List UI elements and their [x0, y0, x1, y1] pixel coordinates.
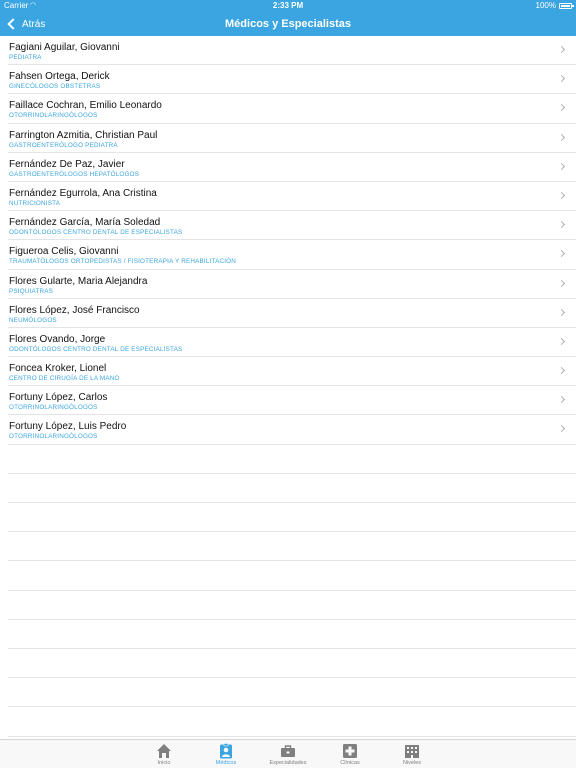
tab-especialidades[interactable]: Especialidades	[268, 740, 308, 768]
chevron-right-icon	[557, 191, 566, 199]
doctor-specialty: OTORRINOLARINGÓLOGOS	[9, 433, 98, 441]
doctor-list: Fagiani Aguilar, Giovanni PEDIATRA Fahsen …	[0, 36, 576, 737]
doctor-row[interactable]: Fortuny López, Luis Pedro OTORRINOLARINGÓ…	[8, 415, 576, 445]
doctor-row[interactable]: Fagiani Aguilar, Giovanni PEDIATRA	[8, 36, 576, 66]
chevron-right-icon	[557, 250, 566, 258]
page-title: Médicos y Especialistas	[225, 18, 351, 30]
doctor-specialty: GASTROENTERÓLOGO PEDIATRA	[9, 141, 118, 149]
doctor-row[interactable]: Fahsen Ortega, Derick GINECÓLOGOS OBSTETR…	[8, 65, 576, 95]
doctor-name: Fortuny López, Luis Pedro	[9, 421, 127, 433]
doctor-name: Fernández De Paz, Javier	[9, 158, 125, 170]
chevron-right-icon	[557, 308, 566, 316]
tab-medicos[interactable]: Médicos	[206, 740, 246, 768]
doctor-name: Flores López, José Francisco	[9, 304, 140, 316]
chevron-right-icon	[557, 45, 566, 54]
chevron-right-icon	[557, 221, 566, 229]
chevron-right-icon	[557, 133, 566, 141]
doctor-row[interactable]: Faillace Cochran, Emilio Leonardo OTORRIN…	[8, 94, 576, 124]
doctor-specialty: TRAUMATÓLOGOS ORTOPEDISTAS / FISIOTERAPI…	[9, 258, 237, 266]
doctor-name: Flores Gularte, Maria Alejandra	[9, 275, 148, 287]
doctor-row[interactable]: Fernández Egurrola, Ana Cristina NUTRICIO…	[8, 182, 576, 212]
tab-bar: Inicio Médicos Especialidades Clínicas Nivel…	[0, 739, 576, 768]
doctor-name: Farrington Azmitia, Christian Paul	[9, 129, 158, 141]
doctor-specialty: ODONTÓLOGOS CENTRO DENTAL DE ESPECIALIST…	[9, 229, 183, 237]
doctor-name: Figueroa Celis, Giovanni	[9, 246, 119, 258]
doctor-row[interactable]: Flores Gularte, Maria Alejandra PSIQUIATR…	[8, 270, 576, 299]
doctor-specialty: GINECÓLOGOS OBSTETRAS	[9, 83, 101, 91]
tab-label: Niveles	[402, 760, 422, 766]
doctor-specialty: NUTRICIONISTA	[9, 199, 61, 207]
empty-row	[8, 503, 576, 533]
doctor-row[interactable]: Fernández García, María Soledad ODONTÓLOG…	[8, 211, 576, 241]
chevron-right-icon	[557, 104, 566, 112]
doctor-name: Fernández García, María Soledad	[9, 217, 161, 229]
empty-row	[8, 620, 576, 649]
doctor-row[interactable]: Farrington Azmitia, Christian Paul GASTRO…	[8, 124, 576, 153]
empty-row	[8, 445, 576, 474]
empty-row	[8, 474, 576, 503]
doctor-name: Fagiani Aguilar, Giovanni	[9, 42, 120, 53]
doctor-row[interactable]: Flores Ovando, Jorge ODONTÓLOGOS CENTRO D…	[8, 328, 576, 358]
empty-row	[8, 678, 576, 708]
chevron-right-icon	[557, 396, 566, 404]
tab-niveles[interactable]: Niveles	[392, 740, 432, 768]
chevron-right-icon	[557, 337, 566, 345]
status-bar: Carrier ◠ 2:33 PM 100%	[0, 0, 576, 12]
doctor-row[interactable]: Figueroa Celis, Giovanni TRAUMATÓLOGOS OR…	[8, 240, 576, 270]
doctor-specialty: PEDIATRA	[9, 54, 42, 61]
doctor-specialty: ODONTÓLOGOS CENTRO DENTAL DE ESPECIALIST…	[9, 345, 183, 353]
empty-row	[8, 532, 576, 562]
empty-row	[8, 591, 576, 620]
doctor-name: Fernández Egurrola, Ana Cristina	[9, 187, 157, 199]
doctor-specialty: PSIQUIATRAS	[9, 287, 54, 295]
empty-row	[8, 649, 576, 679]
doctor-specialty: OTORRINOLARINGÓLOGOS	[9, 112, 98, 120]
tab-clinicas[interactable]: Clínicas	[330, 740, 370, 768]
battery-percentage: 100%	[535, 1, 556, 10]
chevron-right-icon	[557, 367, 566, 375]
tab-inicio[interactable]: Inicio	[144, 740, 184, 768]
empty-row	[8, 561, 576, 591]
doctor-name: Fahsen Ortega, Derick	[9, 71, 110, 83]
doctor-name: Fortuny López, Carlos	[9, 392, 108, 404]
tab-label: Inicio	[157, 760, 171, 766]
status-time: 2:33 PM	[272, 1, 304, 10]
empty-row	[8, 707, 576, 737]
navigation-bar: Atrás Médicos y Especialistas	[0, 12, 576, 36]
doctor-name: Faillace Cochran, Emilio Leonardo	[9, 100, 162, 112]
doctor-specialty: NEUMÓLOGOS	[9, 316, 57, 324]
doctor-row[interactable]: Foncea Kroker, Lionel CENTRO DE CIRUGÍA D…	[8, 357, 576, 387]
doctor-specialty: OTORRINOLARINGÓLOGOS	[9, 404, 98, 412]
doctor-name: Foncea Kroker, Lionel	[9, 363, 107, 375]
battery-icon	[559, 3, 574, 9]
doctor-row[interactable]: Fernández De Paz, Javier GASTROENTERÓLOGO…	[8, 153, 576, 182]
doctor-name: Flores Ovando, Jorge	[9, 333, 106, 345]
doctor-row[interactable]: Fortuny López, Carlos OTORRINOLARINGÓLOGO…	[8, 386, 576, 416]
doctor-row[interactable]: Flores López, José Francisco NEUMÓLOGOS	[8, 299, 576, 328]
chevron-right-icon	[557, 425, 566, 433]
tab-label: Especialidades	[269, 760, 307, 766]
doctor-specialty: CENTRO DE CIRUGÍA DE LA MANO	[9, 375, 120, 383]
chevron-right-icon	[557, 75, 566, 83]
doctor-specialty: GASTROENTERÓLOGOS HEPATÓLOGOS	[9, 170, 140, 178]
chevron-right-icon	[557, 279, 566, 287]
tab-label: Clínicas	[340, 760, 360, 766]
chevron-right-icon	[557, 162, 566, 170]
tab-label: Médicos	[215, 760, 237, 766]
